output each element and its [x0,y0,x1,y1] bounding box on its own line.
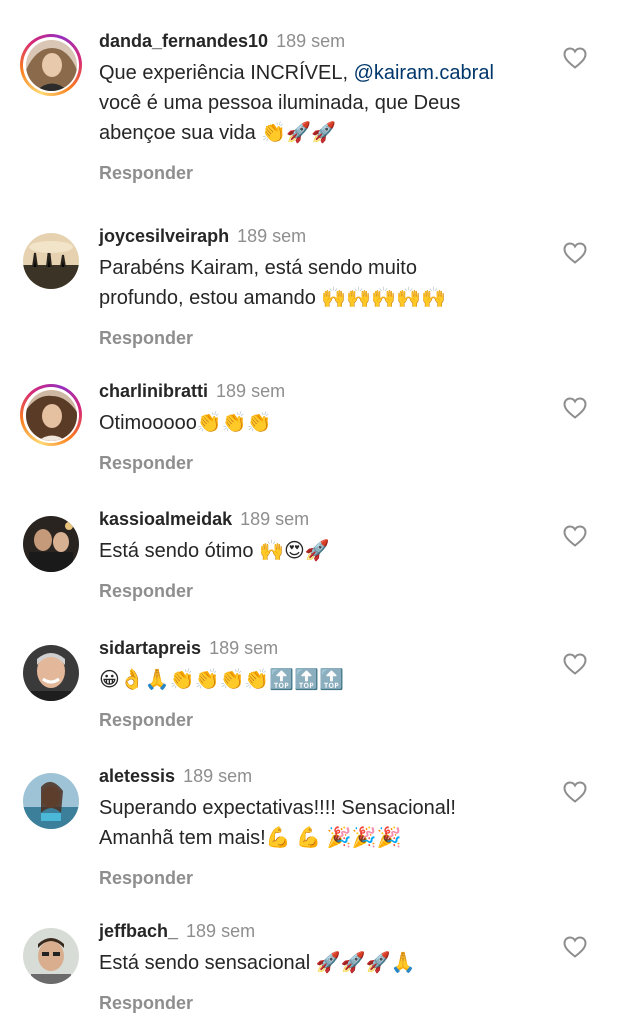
avatar-wrap [22,927,80,985]
heart-outline-icon[interactable] [563,397,587,419]
heart-outline-icon[interactable] [563,47,587,69]
heart-outline-icon[interactable] [563,781,587,803]
comment-username[interactable]: sidartapreis [99,638,201,658]
heart-outline-icon[interactable] [563,242,587,264]
comment-time: 189 sem [216,381,286,401]
reply-button[interactable]: Responder [99,709,559,731]
reply-button[interactable]: Responder [99,452,559,474]
comment-time: 189 sem [240,509,310,529]
reply-button[interactable]: Responder [99,580,559,602]
comment-text-line: profundo, estou amando 🙌🙌🙌🙌🙌 [99,287,446,309]
avatar[interactable] [23,928,79,984]
comment-text: Está sendo ótimo 🙌😍🚀 [99,536,559,566]
comment-text: Que experiência INCRÍVEL, @kairam.cabral… [99,58,559,148]
comment-time: 189 sem [186,921,256,941]
comment-text-line: Parabéns Kairam, está sendo muito [99,257,417,279]
comment-text-line: 😀👌🙏👏👏👏👏🔝🔝🔝 [99,669,344,691]
avatar[interactable] [23,773,79,829]
comment-username[interactable]: charlinibratti [99,381,208,401]
comment-username[interactable]: jeffbach_ [99,921,178,941]
reply-button[interactable]: Responder [99,867,559,889]
comment-text-line: Superando expectativas!!!! Sensacional! [99,797,456,819]
heart-outline-icon[interactable] [563,525,587,547]
comment-username[interactable]: danda_fernandes10 [99,31,268,51]
avatar[interactable] [23,233,79,289]
comment-time: 189 sem [276,31,346,51]
comment-text-line: Que experiência INCRÍVEL, [99,62,354,84]
reply-button[interactable]: Responder [99,162,559,184]
comment-text-line: Está sendo sensacional 🚀🚀🚀🙏 [99,952,416,974]
avatar-wrap [22,772,80,830]
reply-button[interactable]: Responder [99,992,559,1014]
comment-text: Está sendo sensacional 🚀🚀🚀🙏 [99,948,559,978]
comment-time: 189 sem [209,638,279,658]
comment-time: 189 sem [183,766,253,786]
reply-button[interactable]: Responder [99,327,559,349]
comment-text: Superando expectativas!!!! Sensacional! … [99,793,559,853]
heart-outline-icon[interactable] [563,936,587,958]
avatar-wrap [22,515,80,573]
story-ring[interactable] [20,384,82,446]
comment-username[interactable]: kassioalmeidak [99,509,232,529]
avatar[interactable] [25,39,77,91]
avatar[interactable] [23,516,79,572]
comment-text: Parabéns Kairam, está sendo muito profun… [99,253,559,313]
comment-time: 189 sem [237,226,307,246]
avatar[interactable] [23,645,79,701]
heart-outline-icon[interactable] [563,653,587,675]
comment-text-line: Está sendo ótimo 🙌😍🚀 [99,540,330,562]
comment-text-line: Amanhã tem mais!💪 💪 🎉🎉🎉 [99,827,402,849]
comment-text: 😀👌🙏👏👏👏👏🔝🔝🔝 [99,665,559,695]
mention-link[interactable]: @kairam.cabral [354,62,494,84]
avatar-wrap [22,232,80,290]
avatar-wrap [22,644,80,702]
story-ring[interactable] [20,34,82,96]
avatar[interactable] [25,389,77,441]
comment-text-line: abençoe sua vida 👏🚀🚀 [99,122,337,144]
comment-text: Otimooooo👏👏👏 [99,408,559,438]
comment-username[interactable]: aletessis [99,766,175,786]
comment-text-line: Otimooooo👏👏👏 [99,412,272,434]
comment-text-line: você é uma pessoa iluminada, que Deus [99,92,461,114]
comment-username[interactable]: joycesilveiraph [99,226,229,246]
